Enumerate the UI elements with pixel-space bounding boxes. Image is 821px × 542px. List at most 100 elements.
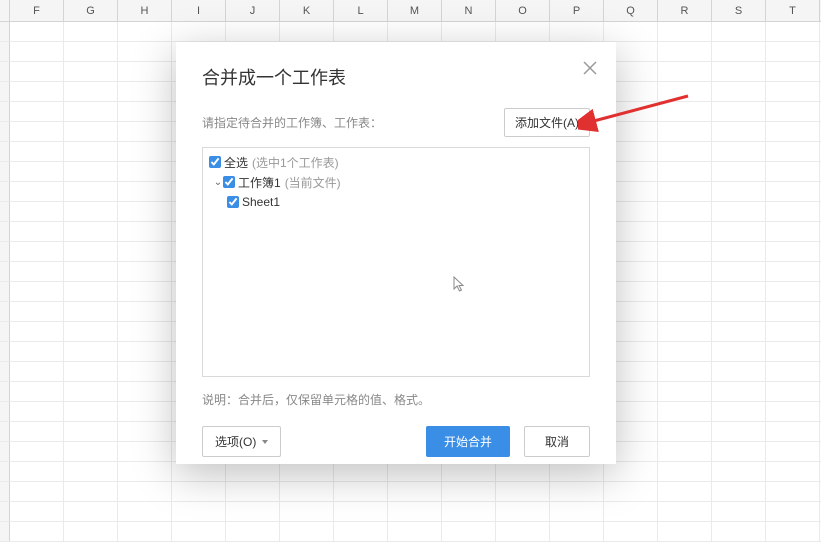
cell[interactable] (118, 22, 172, 41)
cell[interactable] (442, 462, 496, 481)
cell[interactable] (10, 42, 64, 61)
cell[interactable] (118, 442, 172, 461)
row-header[interactable] (0, 102, 10, 121)
cell[interactable] (172, 462, 226, 481)
cell[interactable] (712, 162, 766, 181)
cell[interactable] (10, 462, 64, 481)
cell[interactable] (712, 282, 766, 301)
column-header[interactable]: H (118, 0, 172, 21)
cell[interactable] (172, 482, 226, 501)
cell[interactable] (658, 522, 712, 541)
cell[interactable] (10, 522, 64, 541)
cell[interactable] (334, 522, 388, 541)
cell[interactable] (64, 502, 118, 521)
row-header[interactable] (0, 422, 10, 441)
cell[interactable] (226, 502, 280, 521)
cell[interactable] (10, 82, 64, 101)
column-header[interactable]: T (766, 0, 820, 21)
column-header[interactable]: I (172, 0, 226, 21)
cell[interactable] (712, 62, 766, 81)
cell[interactable] (10, 242, 64, 261)
cell[interactable] (64, 302, 118, 321)
row-header[interactable] (0, 242, 10, 261)
cell[interactable] (658, 122, 712, 141)
cell[interactable] (766, 162, 820, 181)
select-all-checkbox[interactable] (209, 156, 221, 168)
cell[interactable] (64, 182, 118, 201)
cell[interactable] (10, 22, 64, 41)
cell[interactable] (658, 362, 712, 381)
cell[interactable] (712, 222, 766, 241)
add-file-button[interactable]: 添加文件(A) (504, 108, 590, 137)
cell[interactable] (172, 22, 226, 41)
cell[interactable] (64, 242, 118, 261)
cell[interactable] (550, 22, 604, 41)
cell[interactable] (118, 502, 172, 521)
row-header[interactable] (0, 62, 10, 81)
cell[interactable] (226, 22, 280, 41)
row-header[interactable] (0, 182, 10, 201)
cell[interactable] (712, 122, 766, 141)
cell[interactable] (766, 42, 820, 61)
cell[interactable] (658, 382, 712, 401)
cell[interactable] (10, 342, 64, 361)
cell[interactable] (64, 322, 118, 341)
cell[interactable] (64, 42, 118, 61)
cell[interactable] (712, 202, 766, 221)
cell[interactable] (118, 302, 172, 321)
column-header[interactable]: F (10, 0, 64, 21)
column-header[interactable]: Q (604, 0, 658, 21)
row-header[interactable] (0, 222, 10, 241)
row-header[interactable] (0, 502, 10, 521)
cell[interactable] (712, 182, 766, 201)
cell[interactable] (766, 22, 820, 41)
close-button[interactable] (580, 58, 600, 78)
row-header[interactable] (0, 362, 10, 381)
tree-row-select-all[interactable]: 全选 (选中1个工作表) (209, 152, 583, 172)
cell[interactable] (766, 462, 820, 481)
cell[interactable] (766, 502, 820, 521)
cell[interactable] (766, 322, 820, 341)
cell[interactable] (172, 502, 226, 521)
column-header[interactable]: J (226, 0, 280, 21)
row-header[interactable] (0, 162, 10, 181)
row-header[interactable] (0, 462, 10, 481)
tree-row-sheet[interactable]: Sheet1 (209, 192, 583, 212)
cell[interactable] (442, 502, 496, 521)
cell[interactable] (658, 42, 712, 61)
cell[interactable] (64, 202, 118, 221)
cell[interactable] (334, 462, 388, 481)
cell[interactable] (550, 482, 604, 501)
cell[interactable] (766, 302, 820, 321)
cell[interactable] (712, 22, 766, 41)
cell[interactable] (388, 482, 442, 501)
cell[interactable] (64, 522, 118, 541)
cell[interactable] (64, 402, 118, 421)
cell[interactable] (604, 482, 658, 501)
cell[interactable] (766, 202, 820, 221)
cell[interactable] (118, 482, 172, 501)
row-header[interactable] (0, 402, 10, 421)
options-button[interactable]: 选项(O) (202, 426, 281, 457)
cell[interactable] (712, 242, 766, 261)
cell[interactable] (766, 182, 820, 201)
cell[interactable] (658, 182, 712, 201)
cell[interactable] (10, 122, 64, 141)
cell[interactable] (712, 322, 766, 341)
cell[interactable] (118, 342, 172, 361)
cell[interactable] (226, 482, 280, 501)
cell[interactable] (118, 102, 172, 121)
cell[interactable] (10, 362, 64, 381)
cell[interactable] (766, 262, 820, 281)
cell[interactable] (64, 362, 118, 381)
cell[interactable] (658, 222, 712, 241)
cell[interactable] (712, 302, 766, 321)
cell[interactable] (64, 22, 118, 41)
cell[interactable] (280, 22, 334, 41)
cell[interactable] (118, 162, 172, 181)
row-header[interactable] (0, 442, 10, 461)
start-merge-button[interactable]: 开始合并 (426, 426, 510, 457)
sheet-checkbox[interactable] (227, 196, 239, 208)
cell[interactable] (496, 462, 550, 481)
cell[interactable] (496, 502, 550, 521)
